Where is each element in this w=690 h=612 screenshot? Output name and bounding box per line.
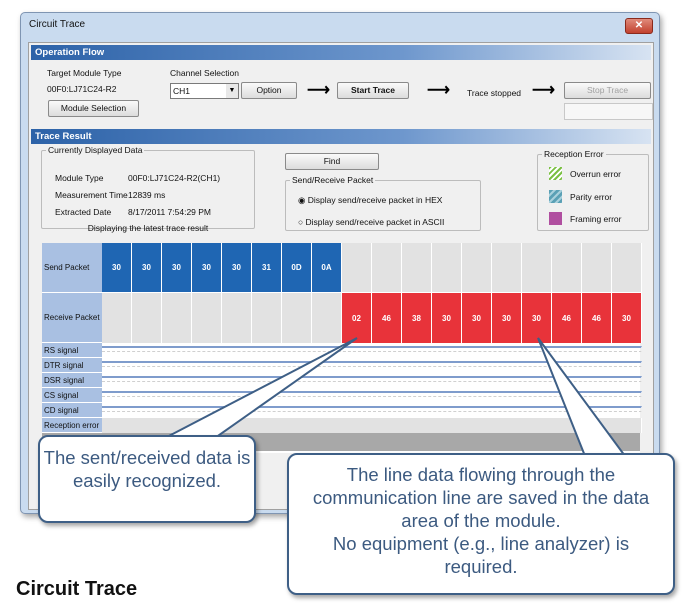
right-pointer (537, 337, 627, 457)
right-callout-line: The line data flowing through the commun… (312, 464, 650, 531)
right-callout-line: No equipment (e.g., line analyzer) is re… (332, 533, 630, 577)
right-callout: The line data flowing through the commun… (287, 453, 675, 595)
left-pointer (164, 337, 358, 439)
left-callout: The sent/received data is easily recogni… (38, 435, 256, 523)
page-caption: Circuit Trace (16, 578, 138, 600)
